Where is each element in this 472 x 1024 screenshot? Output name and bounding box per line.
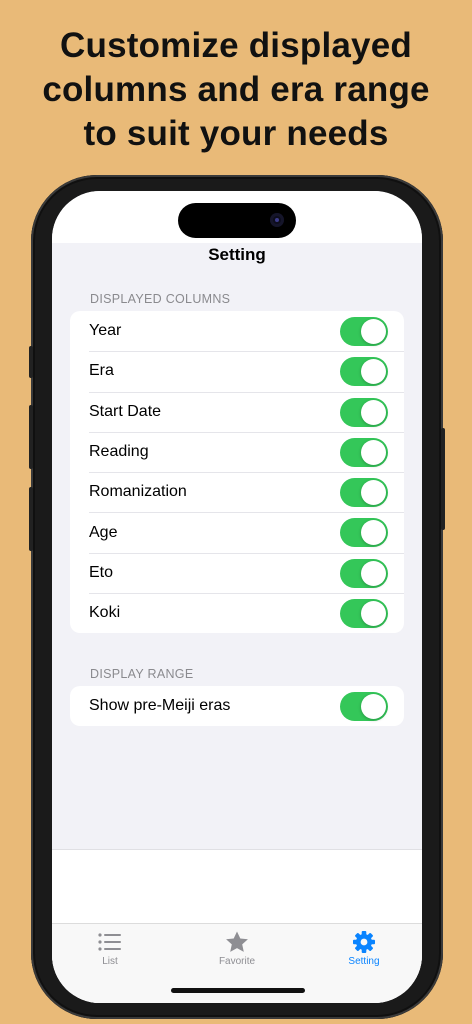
- tab-label: Setting: [348, 956, 380, 967]
- toggle-era[interactable]: [340, 357, 388, 387]
- setting-row-reading[interactable]: Reading: [70, 431, 404, 472]
- toggle-knob: [361, 319, 386, 344]
- setting-row-age[interactable]: Age: [70, 512, 404, 552]
- toggle-start-date[interactable]: [340, 397, 388, 427]
- toggle-knob: [361, 520, 386, 546]
- toggle-knob: [361, 399, 386, 425]
- setting-row-romanization[interactable]: Romanization: [70, 472, 404, 512]
- list-icon: [98, 933, 121, 951]
- phone-screen: Setting DISPLAYED COLUMNS Year Era Start…: [52, 191, 422, 1003]
- toggle-knob: [361, 694, 386, 719]
- setting-label: Romanization: [89, 483, 187, 501]
- setting-label: Start Date: [89, 402, 162, 420]
- headline-line-2: columns and era range: [42, 70, 430, 109]
- setting-label: Show pre-Meiji eras: [89, 697, 231, 715]
- toggle-knob: [361, 359, 386, 385]
- tab-label: List: [102, 956, 118, 967]
- setting-label: Eto: [89, 563, 114, 581]
- toggle-knob: [361, 480, 386, 506]
- setting-label: Koki: [89, 604, 121, 622]
- dynamic-island: [178, 203, 296, 238]
- setting-label: Era: [89, 362, 114, 380]
- setting-row-show-pre-meiji[interactable]: Show pre-Meiji eras: [70, 686, 404, 726]
- displayed-columns-group: Year Era Start Date Reading Romanization…: [70, 311, 404, 634]
- section-header-display-range: DISPLAY RANGE: [90, 667, 194, 681]
- tab-list[interactable]: List: [52, 930, 170, 967]
- setting-row-year[interactable]: Year: [70, 311, 404, 351]
- setting-row-koki[interactable]: Koki: [70, 593, 404, 633]
- setting-label: Reading: [89, 443, 149, 461]
- gear-icon: [353, 931, 375, 953]
- toggle-eto[interactable]: [340, 558, 388, 588]
- setting-label: Age: [89, 523, 118, 541]
- toggle-age[interactable]: [340, 518, 388, 548]
- star-icon: [226, 931, 248, 952]
- page-title: Setting: [208, 245, 266, 264]
- toggle-year[interactable]: [340, 317, 388, 346]
- toggle-koki[interactable]: [340, 599, 388, 629]
- setting-label: Year: [89, 322, 122, 340]
- setting-row-era[interactable]: Era: [70, 351, 404, 391]
- toggle-knob: [361, 439, 386, 465]
- tab-setting[interactable]: Setting: [304, 930, 422, 967]
- display-range-group: Show pre-Meiji eras: [70, 686, 404, 727]
- section-header-displayed-columns: DISPLAYED COLUMNS: [90, 292, 231, 306]
- setting-row-eto[interactable]: Eto: [70, 552, 404, 593]
- toggle-knob: [361, 601, 386, 627]
- tab-label: Favorite: [218, 956, 256, 967]
- silent-switch: [29, 346, 33, 378]
- tab-favorite[interactable]: Favorite: [177, 930, 297, 967]
- volume-down-button: [29, 487, 33, 551]
- camera-icon: [270, 213, 284, 227]
- volume-up-button: [29, 405, 33, 469]
- toggle-romanization[interactable]: [340, 478, 388, 508]
- promo-headline: Customize displayed columns and era rang…: [0, 24, 472, 156]
- setting-row-start-date[interactable]: Start Date: [70, 391, 404, 432]
- headline-line-3: to suit your needs: [83, 114, 389, 153]
- toggle-reading[interactable]: [340, 437, 388, 467]
- headline-line-1: Customize displayed: [60, 26, 412, 65]
- home-indicator: [171, 988, 305, 993]
- toggle-knob: [361, 560, 386, 586]
- toggle-show-pre-meiji[interactable]: [340, 692, 388, 721]
- power-button: [441, 428, 445, 530]
